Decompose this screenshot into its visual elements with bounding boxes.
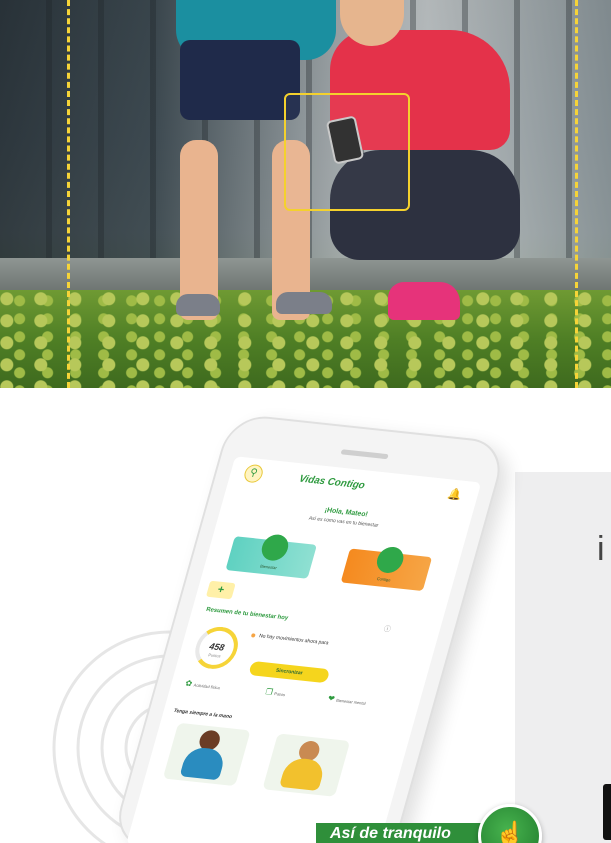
card-caption: Contigo: [376, 576, 392, 583]
phone-body: ⚲ Vidas Contigo 🔔 ¡Hola, Mateo! Así es c…: [109, 412, 509, 843]
advisor-card[interactable]: [262, 733, 351, 797]
phone-speaker: [340, 449, 389, 460]
sync-button[interactable]: Sincronizar: [248, 660, 331, 684]
notification-bell-icon[interactable]: 🔔: [446, 487, 463, 501]
promo-section: i ⚲ Vidas Contigo 🔔 ¡Hola, Mateo! Así es…: [0, 388, 611, 843]
section-title: Tenga siempre a la mano: [172, 707, 233, 721]
shoe: [176, 294, 220, 316]
info-icon[interactable]: ⓘ: [382, 624, 392, 635]
no-data-message: No hay movimientos ahora para: [258, 633, 330, 647]
status-dot: [250, 633, 256, 638]
panel-glyph: i: [597, 530, 605, 568]
app-screen: ⚲ Vidas Contigo 🔔 ¡Hola, Mateo! Así es c…: [126, 456, 482, 843]
app-title: Vidas Contigo: [297, 473, 367, 492]
guide-line-right: [575, 0, 578, 388]
avatar-body: [179, 746, 227, 781]
panel-edge: [603, 784, 611, 840]
advisor-card[interactable]: [162, 722, 251, 787]
person-standing-shorts: [180, 40, 300, 120]
shoe: [276, 292, 332, 314]
wellbeing-card[interactable]: Bienestar: [225, 533, 317, 579]
score-ring: 458 Puntos: [190, 624, 243, 671]
card-caption: Bienestar: [259, 563, 278, 571]
globe-icon: [373, 545, 407, 575]
focus-highlight-box: [284, 93, 410, 211]
metric-label: Pasos: [273, 691, 286, 698]
metric-activity[interactable]: ✿Actividad física: [184, 679, 221, 692]
add-tab-button[interactable]: +: [205, 580, 236, 600]
metric-label: Bienestar mental: [335, 697, 367, 706]
hero-photo: [0, 0, 611, 388]
globe-icon: [258, 533, 292, 562]
metric-label: Actividad física: [193, 682, 221, 691]
pink-shoe: [388, 282, 460, 320]
metric-mental[interactable]: ❤Bienestar mental: [327, 694, 367, 707]
info-panel: i: [515, 472, 611, 843]
avatar-body: [279, 756, 327, 791]
leg: [180, 140, 218, 320]
summary-title: Resumen de tu bienestar hoy: [205, 606, 289, 622]
contigo-card[interactable]: Contigo: [340, 545, 433, 592]
search-icon[interactable]: ⚲: [242, 463, 265, 484]
metric-steps[interactable]: ❐Pasos: [264, 687, 286, 698]
guide-line-left: [67, 0, 70, 388]
